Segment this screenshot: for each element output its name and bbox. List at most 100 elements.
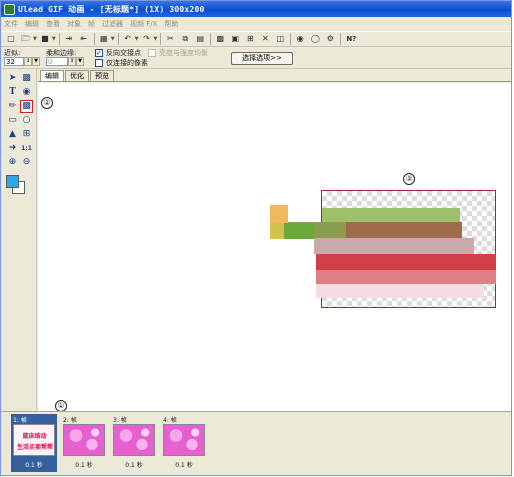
eyedropper-tool-icon[interactable]: ➜: [6, 142, 19, 155]
export-icon[interactable]: ⇤: [78, 33, 90, 45]
frame-1[interactable]: 1: 帧 鼠床结动 生活买卖帮帮 0.1 秒: [11, 414, 57, 472]
frame-thumbnail: [63, 424, 105, 456]
text-tool-icon[interactable]: T: [6, 86, 19, 99]
soft-edge-stepper[interactable]: ↕: [68, 57, 76, 66]
undo-dropdown-icon[interactable]: ▼: [135, 36, 139, 42]
globe-icon[interactable]: ◯: [309, 33, 321, 45]
frame-label: 3: 帧: [113, 417, 127, 424]
menu-bar: 文件 编辑 查看 对象 帧 过滤器 视频 F/X 帮助: [1, 17, 511, 31]
invert-label: 反向交接点: [106, 49, 141, 57]
soft-edge-input[interactable]: 0: [46, 57, 68, 66]
foreground-color-swatch[interactable]: [6, 175, 19, 188]
zoom-out-icon[interactable]: ⊖: [20, 156, 33, 169]
web-icon[interactable]: ◉: [294, 33, 306, 45]
menu-video-fx[interactable]: 视频 F/X: [130, 19, 157, 29]
frame-thumbnail: 鼠床结动 生活买卖帮帮: [13, 424, 55, 456]
app-icon: [4, 3, 15, 15]
frame-4[interactable]: 4: 帧 0.1 秒: [161, 414, 207, 472]
save-icon[interactable]: ■: [39, 33, 51, 45]
image-pixel-band: [346, 222, 462, 238]
crop-tool-icon[interactable]: ▩: [20, 72, 33, 85]
tab-preview[interactable]: 预览: [90, 70, 114, 81]
undo-icon[interactable]: ↶: [122, 33, 134, 45]
cut-icon[interactable]: ✂: [164, 33, 176, 45]
magic-wand-tool-icon[interactable]: ▩: [20, 100, 33, 113]
edit-canvas[interactable]: ③: [38, 83, 511, 411]
callout-3: ③: [403, 173, 415, 185]
optimize-icon[interactable]: ◫: [274, 33, 286, 45]
tolerance-dropdown-icon[interactable]: ▼: [32, 57, 40, 66]
open-dropdown-icon[interactable]: ▼: [33, 36, 37, 42]
menu-object[interactable]: 对象: [67, 19, 81, 29]
preview-icon[interactable]: ▦: [98, 33, 110, 45]
crop-icon[interactable]: ⊞: [244, 33, 256, 45]
frame-delay: 0.1 秒: [175, 462, 193, 469]
menu-view[interactable]: 查看: [46, 19, 60, 29]
lasso-tool-icon[interactable]: ○: [20, 114, 33, 127]
pointer-tool-icon[interactable]: ➤: [6, 72, 19, 85]
eraser-tool-icon[interactable]: ▭: [6, 114, 19, 127]
toolbar-divider: [210, 33, 212, 45]
frame-label: 2: 帧: [63, 417, 77, 424]
fill-tool-icon[interactable]: ▲: [6, 128, 19, 141]
help-icon[interactable]: N?: [344, 33, 358, 45]
contiguous-checkbox[interactable]: [95, 59, 103, 67]
actual-size-tool-icon[interactable]: 1:1: [20, 142, 33, 155]
import-icon[interactable]: ⇥: [63, 33, 75, 45]
copy-icon[interactable]: ⧉: [179, 33, 191, 45]
toolbar-divider: [93, 33, 95, 45]
tolerance-input[interactable]: 32: [4, 57, 24, 66]
menu-file[interactable]: 文件: [4, 19, 18, 29]
toolbar-divider: [58, 33, 60, 45]
menu-filter[interactable]: 过滤器: [102, 19, 123, 29]
frame-label: 4: 帧: [163, 417, 177, 424]
image-pixel-band: [316, 270, 496, 284]
paste-icon[interactable]: ▤: [194, 33, 206, 45]
title-bar[interactable]: Ulead GIF 动画 - [无标题*] (1X) 300x200: [1, 1, 511, 17]
shape-tool-icon[interactable]: ◉: [20, 86, 33, 99]
menu-help[interactable]: 帮助: [164, 19, 178, 29]
image-pixel-band: [314, 238, 474, 254]
brush-tool-icon[interactable]: ✏: [6, 100, 19, 113]
zoom-in-icon[interactable]: ⊕: [6, 156, 19, 169]
delete-icon[interactable]: ✕: [259, 33, 271, 45]
tab-optimize[interactable]: 优化: [65, 70, 89, 81]
layer-icon[interactable]: ▩: [214, 33, 226, 45]
tab-edit[interactable]: 编辑: [40, 70, 64, 81]
settings-icon[interactable]: ⚙: [324, 33, 336, 45]
open-icon[interactable]: 🗁: [20, 33, 32, 45]
frame-3[interactable]: 3: 帧 0.1 秒: [111, 414, 157, 472]
image-pixel-green: [284, 223, 314, 239]
main-toolbar: □ 🗁 ▼ ■ ▼ ⇥ ⇤ ▦ ▼ ↶ ▼ ↷ ▼ ✂ ⧉ ▤ ▩ ▣ ⊞ ✕ …: [1, 31, 511, 47]
invert-checkbox[interactable]: ✓: [95, 49, 103, 57]
frame-thumbnail: [113, 424, 155, 456]
new-icon[interactable]: □: [5, 33, 17, 45]
app-window: Ulead GIF 动画 - [无标题*] (1X) 300x200 文件 编辑…: [0, 0, 512, 476]
window-title: Ulead GIF 动画 - [无标题*] (1X) 300x200: [18, 4, 205, 14]
toolbar-divider: [340, 33, 342, 45]
menu-edit[interactable]: 编辑: [25, 19, 39, 29]
frame-2[interactable]: 2: 帧 0.1 秒: [61, 414, 107, 472]
tolerance-stepper[interactable]: ↕: [24, 57, 32, 66]
preview-dropdown-icon[interactable]: ▼: [111, 36, 115, 42]
callout-2: ②: [41, 97, 53, 109]
contiguous-label: 仅连接的像素: [106, 59, 148, 67]
frame-thumbnail: [163, 424, 205, 456]
frame-icon[interactable]: ▣: [229, 33, 241, 45]
redo-dropdown-icon[interactable]: ▼: [153, 36, 157, 42]
menu-frame[interactable]: 帧: [88, 19, 95, 29]
image-pixel-yellow: [270, 223, 284, 239]
frame-delay: 0.1 秒: [125, 462, 143, 469]
image-pixel-orange: [270, 205, 288, 223]
grid-tool-icon[interactable]: ⊞: [20, 128, 33, 141]
tool-palette: ➤ ▩ T ◉ ✏ ▩ ▭ ○ ▲ ⊞ ➜ 1:1 ⊕ ⊖: [1, 69, 37, 411]
soft-edge-dropdown-icon[interactable]: ▼: [76, 57, 84, 66]
save-dropdown-icon[interactable]: ▼: [52, 36, 56, 42]
image-area[interactable]: [286, 190, 496, 308]
image-pixel-band: [316, 254, 496, 270]
hue-balance-checkbox[interactable]: [148, 49, 156, 57]
toolbar-divider: [160, 33, 162, 45]
select-options-button[interactable]: 选择选项>>: [231, 52, 293, 65]
redo-icon[interactable]: ↷: [140, 33, 152, 45]
frame-delay: 0.1 秒: [25, 462, 43, 469]
